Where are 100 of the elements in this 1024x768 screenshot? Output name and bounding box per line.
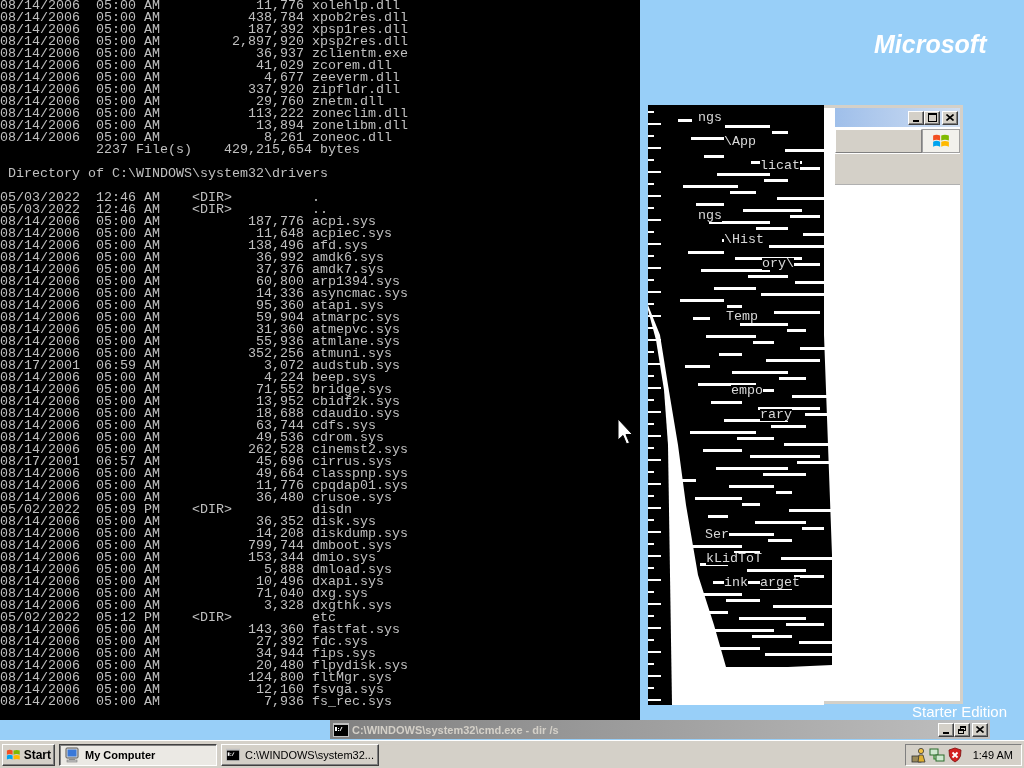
entry-size: 352,256	[248, 348, 304, 360]
minimize-button[interactable]	[908, 110, 924, 125]
entry-time: 05:00 AM	[96, 58, 160, 73]
entry-time: 05:00 AM	[96, 646, 160, 661]
entry-time: 05:00 AM	[96, 406, 160, 421]
mouse-pointer-icon	[617, 418, 634, 445]
entry-date: 08/14/2006	[0, 490, 80, 505]
entry-date: 08/14/2006	[0, 418, 80, 433]
entry-time: 05:00 AM	[96, 466, 160, 481]
entry-name: ..	[312, 204, 328, 216]
entry-time: 05:00 AM	[96, 238, 160, 253]
entry-name: beep.sys	[312, 372, 376, 384]
entry-size: 36,992	[256, 252, 304, 264]
entry-size: 95,360	[256, 300, 304, 312]
entry-date: 08/14/2006	[0, 370, 80, 385]
entry-name: dmboot.sys	[312, 540, 392, 552]
entry-date: 08/14/2006	[0, 478, 80, 493]
entry-time: 05:00 AM	[96, 322, 160, 337]
garbled-text-fragment: Ser	[705, 529, 729, 541]
network-computers-icon	[929, 746, 945, 763]
restore-button[interactable]	[954, 722, 970, 737]
entry-time: 05:00 AM	[96, 658, 160, 673]
entry-size: 63,744	[256, 420, 304, 432]
entry-date: 08/17/2001	[0, 358, 80, 373]
entry-size: 438,784	[248, 12, 304, 24]
entry-size: 36,937	[256, 48, 304, 60]
entry-date: 08/14/2006	[0, 694, 80, 709]
maximize-button[interactable]	[924, 110, 940, 125]
entry-name: zeeverm.dll	[312, 72, 400, 84]
entry-time: 05:00 AM	[96, 106, 160, 121]
minimize-button[interactable]	[938, 722, 954, 737]
entry-name: flpydisk.sys	[312, 660, 408, 672]
entry-size: 37,376	[256, 264, 304, 276]
entry-name: audstub.sys	[312, 360, 400, 372]
entry-date: 08/14/2006	[0, 586, 80, 601]
entry-date: 08/14/2006	[0, 0, 80, 13]
entry-name: zoneoc.dll	[312, 132, 392, 144]
entry-date: 08/14/2006	[0, 34, 80, 49]
entry-date: 08/14/2006	[0, 226, 80, 241]
entry-date: 08/14/2006	[0, 658, 80, 673]
garbled-text-fragment: licat	[760, 160, 800, 172]
entry-size: 14,336	[256, 288, 304, 300]
entry-date: 08/14/2006	[0, 322, 80, 337]
restore-icon	[958, 725, 966, 734]
close-button[interactable]	[942, 110, 958, 125]
entry-name: fltMgr.sys	[312, 672, 392, 684]
entry-date: 08/14/2006	[0, 334, 80, 349]
entry-name: zcorem.dll	[312, 60, 392, 72]
garbled-text-fragment: ink	[724, 577, 748, 589]
clock-text: 1:49 AM	[972, 747, 1013, 762]
entry-name: disdn	[312, 504, 352, 516]
entry-size: 124,800	[248, 672, 304, 684]
entry-date: 08/14/2006	[0, 286, 80, 301]
entry-name: fastfat.sys	[312, 624, 400, 636]
entry-name: asyncmac.sys	[312, 288, 408, 300]
close-button[interactable]	[972, 722, 988, 737]
entry-name: arp1394.sys	[312, 276, 400, 288]
entry-name: etc	[312, 612, 336, 624]
entry-date: 08/14/2006	[0, 442, 80, 457]
entry-time: 05:00 AM	[96, 214, 160, 229]
taskbar-button[interactable]: C:\WINDOWS\system32...	[221, 743, 379, 766]
entry-time: 05:00 AM	[96, 250, 160, 265]
entry-time: 05:00 AM	[96, 538, 160, 553]
entry-size: 337,920	[248, 84, 304, 96]
entry-size: 45,696	[256, 456, 304, 468]
entry-size: 3,328	[264, 600, 304, 612]
entry-date: 08/14/2006	[0, 514, 80, 529]
entry-date: 08/14/2006	[0, 238, 80, 253]
entry-name: .	[312, 192, 320, 204]
entry-time: 05:00 AM	[96, 46, 160, 61]
entry-time: 05:00 AM	[96, 226, 160, 241]
entry-time: 06:57 AM	[96, 454, 160, 469]
entry-time: 05:00 AM	[96, 82, 160, 97]
entry-name: cdfs.sys	[312, 420, 376, 432]
entry-name: znetm.dll	[312, 96, 384, 108]
entry-size: 13,894	[256, 120, 304, 132]
entry-size: 4,224	[264, 372, 304, 384]
entry-time: 05:00 AM	[96, 346, 160, 361]
entry-time: 05:00 AM	[96, 526, 160, 541]
entry-time: 05:00 AM	[96, 550, 160, 565]
console-icon	[226, 747, 241, 762]
entry-size: 3,072	[264, 360, 304, 372]
entry-time: 12:46 AM	[96, 202, 160, 217]
minimize-icon	[943, 731, 949, 734]
entry-size: 10,496	[256, 576, 304, 588]
entry-time: 05:00 AM	[96, 310, 160, 325]
entry-date: 08/14/2006	[0, 430, 80, 445]
entry-time: 05:00 AM	[96, 298, 160, 313]
entry-name: cbidf2k.sys	[312, 396, 400, 408]
entry-time: 05:00 AM	[96, 10, 160, 25]
entry-date: 08/14/2006	[0, 46, 80, 61]
entry-name: crusoe.sys	[312, 492, 392, 504]
start-button[interactable]: Start	[2, 743, 55, 766]
taskbar-button[interactable]: My Computer	[59, 743, 217, 766]
entry-size: 8,261	[264, 132, 304, 144]
entry-size: 799,744	[248, 540, 304, 552]
entry-name: classpnp.sys	[312, 468, 408, 480]
entry-name: cirrus.sys	[312, 456, 392, 468]
garbled-text-fragment: empo	[731, 385, 763, 397]
entry-time: 05:00 AM	[96, 286, 160, 301]
